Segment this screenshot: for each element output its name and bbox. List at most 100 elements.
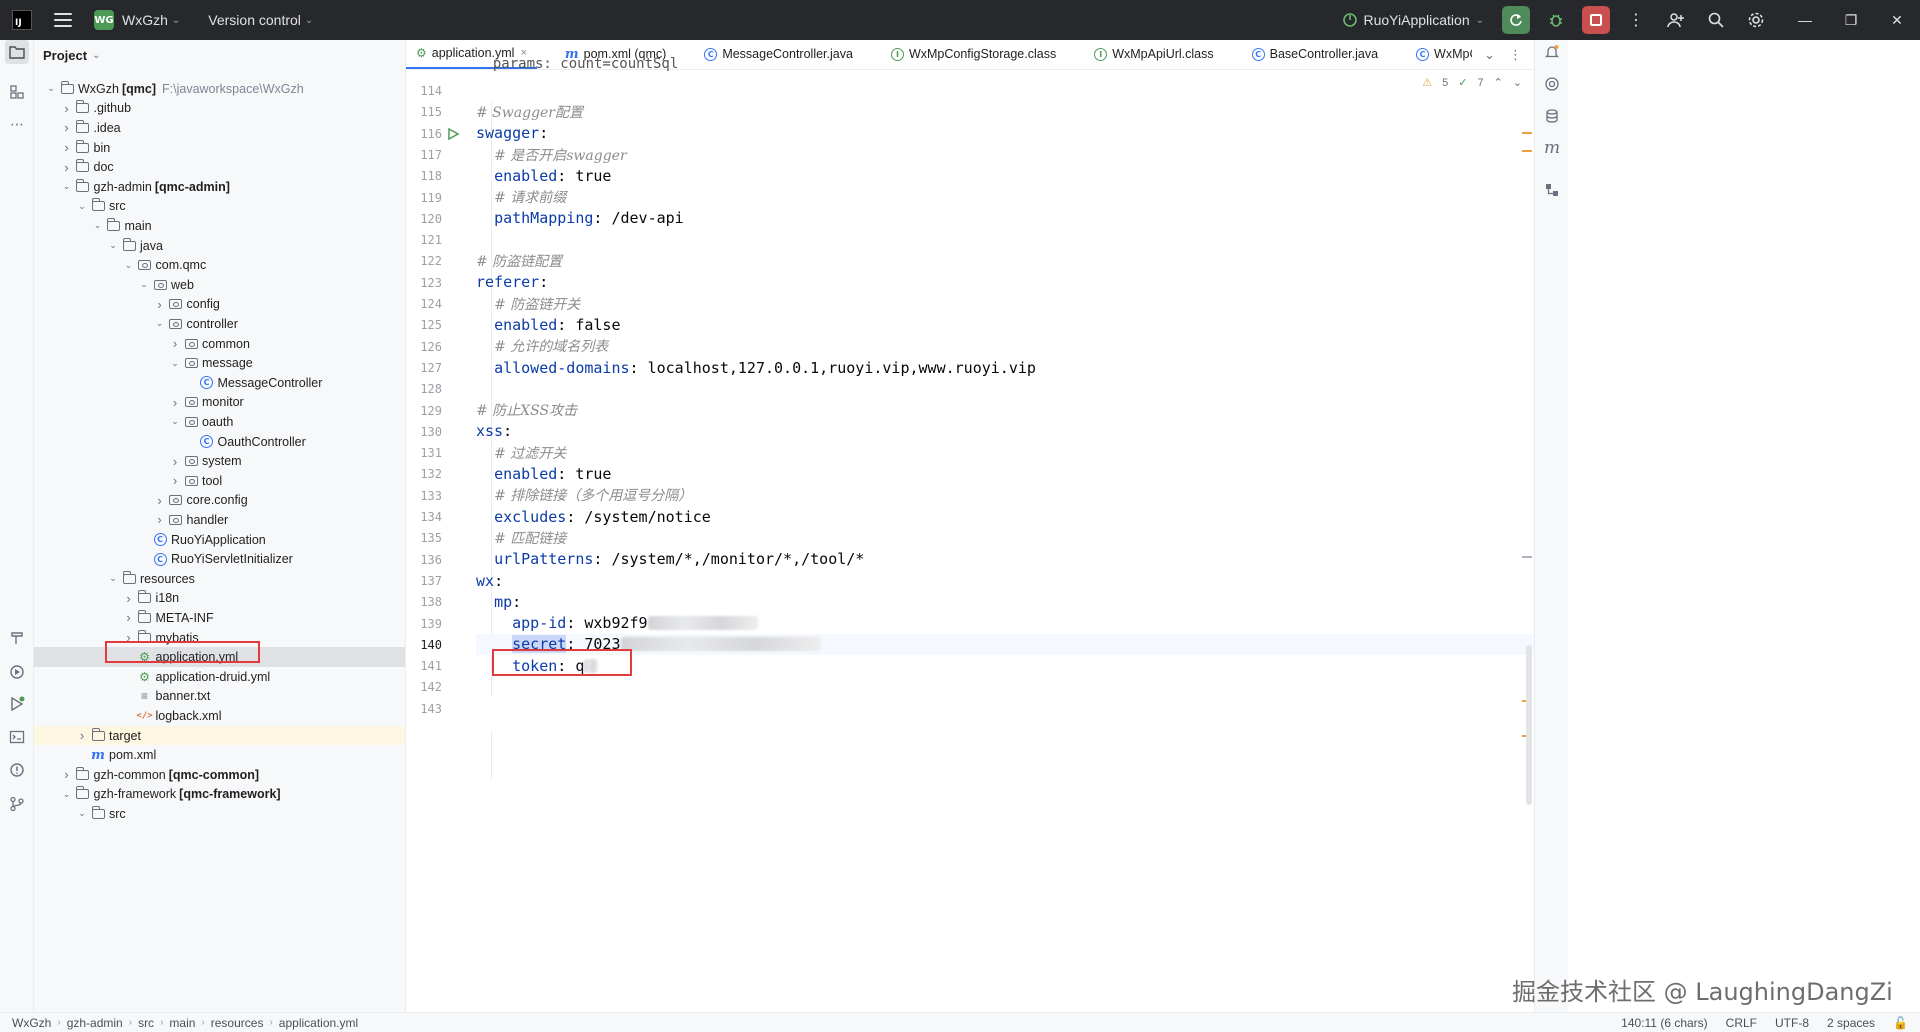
tree-node[interactable]: › config xyxy=(34,295,405,315)
tree-node[interactable]: › bin xyxy=(34,138,405,158)
debug-icon[interactable] xyxy=(1542,6,1570,34)
tree-node[interactable]: › system xyxy=(34,451,405,471)
chevron-down-icon[interactable]: ⌄ xyxy=(44,83,58,94)
tree-node[interactable]: ≡ banner.txt xyxy=(34,687,405,707)
chevron-down-icon[interactable]: ⌄ xyxy=(75,201,89,212)
project-badge-icon[interactable]: WG xyxy=(94,10,114,30)
tree-node[interactable]: ⌄ java xyxy=(34,236,405,256)
tree-node[interactable]: › i18n xyxy=(34,589,405,609)
tree-node[interactable]: › tool xyxy=(34,471,405,491)
tree-node[interactable]: › monitor xyxy=(34,393,405,413)
chevron-right-icon[interactable]: › xyxy=(60,767,74,782)
tree-node[interactable]: › gzh-common [qmc-common] xyxy=(34,765,405,785)
project-panel-header[interactable]: Project ⌄ xyxy=(34,40,405,70)
chevron-down-icon[interactable]: ⌄ xyxy=(60,181,74,192)
tree-node[interactable]: › .github xyxy=(34,99,405,119)
build-icon[interactable] xyxy=(5,626,29,650)
more-icon[interactable]: ⋮ xyxy=(1622,6,1650,34)
tree-node[interactable]: › target xyxy=(34,725,405,746)
minimize-icon[interactable]: — xyxy=(1782,0,1828,40)
tree-node[interactable]: ⌄ oauth xyxy=(34,412,405,432)
tree-node[interactable]: ⌄ message xyxy=(34,353,405,373)
intellij-logo-icon[interactable]: IJ xyxy=(12,10,32,30)
terminal-icon[interactable] xyxy=(5,725,29,749)
tree-node[interactable]: C MessageController xyxy=(34,373,405,393)
run-gutter-icon[interactable] xyxy=(446,127,460,141)
tree-node[interactable]: C RuoYiApplication xyxy=(34,530,405,550)
tree-node[interactable]: </> logback.xml xyxy=(34,706,405,726)
tree-node[interactable]: ⌄ com.qmc xyxy=(34,255,405,275)
chevron-right-icon[interactable]: › xyxy=(60,101,74,116)
chevron-right-icon[interactable]: › xyxy=(60,160,74,175)
chevron-right-icon[interactable]: › xyxy=(153,493,167,508)
tree-node[interactable]: m pom.xml xyxy=(34,745,405,765)
settings-icon[interactable] xyxy=(1742,6,1770,34)
main-menu-icon[interactable] xyxy=(54,13,72,27)
chevron-right-icon[interactable]: › xyxy=(60,140,74,155)
cursor-position[interactable]: 140:11 (6 chars) xyxy=(1621,1016,1708,1030)
stop-icon[interactable] xyxy=(1582,6,1610,34)
tree-node[interactable]: ⌄ controller xyxy=(34,314,405,334)
tree-node[interactable]: ⌄ gzh-framework [qmc-framework] xyxy=(34,785,405,805)
structure-tool-icon[interactable] xyxy=(1540,178,1564,202)
chevron-down-icon[interactable]: ⌄ xyxy=(75,808,89,819)
git-icon[interactable] xyxy=(5,792,29,816)
chevron-right-icon[interactable]: › xyxy=(60,120,74,135)
tree-node[interactable]: › .idea xyxy=(34,118,405,138)
file-encoding[interactable]: UTF-8 xyxy=(1775,1016,1809,1030)
tree-node[interactable]: › handler xyxy=(34,510,405,530)
chevron-down-icon[interactable]: ⌄ xyxy=(106,573,120,584)
chevron-right-icon[interactable]: › xyxy=(75,728,89,743)
code-editor[interactable]: params: count=countSql # Swagger配置 swagge… xyxy=(476,56,1534,1012)
chevron-right-icon[interactable]: › xyxy=(168,395,182,410)
add-user-icon[interactable] xyxy=(1662,6,1690,34)
breadcrumb-item[interactable]: main xyxy=(169,1016,195,1030)
close-icon[interactable]: ✕ xyxy=(1874,0,1920,40)
breadcrumb-item[interactable]: WxGzh xyxy=(12,1016,51,1030)
project-icon[interactable] xyxy=(5,40,29,64)
chevron-right-icon[interactable]: › xyxy=(168,336,182,351)
breadcrumb-item[interactable]: application.yml xyxy=(279,1016,358,1030)
breadcrumb-item[interactable]: gzh-admin xyxy=(67,1016,123,1030)
maven-icon[interactable]: m xyxy=(1540,136,1564,160)
chevron-down-icon[interactable]: ⌄ xyxy=(137,279,151,290)
chevron-right-icon[interactable]: › xyxy=(168,454,182,469)
tree-node[interactable]: › common xyxy=(34,334,405,354)
tree-node[interactable]: › doc xyxy=(34,157,405,177)
tree-node[interactable]: C RuoYiServletInitializer xyxy=(34,549,405,569)
editor-scrollbar[interactable] xyxy=(1522,70,1534,1012)
search-icon[interactable] xyxy=(1702,6,1730,34)
run-config-selector[interactable]: RuoYiApplication ⌄ xyxy=(1342,12,1484,28)
tree-node[interactable]: ⚙ application-druid.yml xyxy=(34,667,405,687)
tree-node[interactable]: ⌄ src xyxy=(34,804,405,824)
chevron-down-icon[interactable]: ⌄ xyxy=(106,240,120,251)
breadcrumb-item[interactable]: src xyxy=(138,1016,154,1030)
tree-node[interactable]: › core.config xyxy=(34,491,405,511)
database-icon[interactable] xyxy=(1540,104,1564,128)
scroll-thumb[interactable] xyxy=(1526,645,1532,805)
rerun-icon[interactable] xyxy=(1502,6,1530,34)
chevron-down-icon[interactable]: ⌄ xyxy=(153,318,167,329)
tree-node[interactable]: ⌄ src xyxy=(34,197,405,217)
chevron-down-icon[interactable]: ⌄ xyxy=(168,358,182,369)
tree-node[interactable]: C OauthController xyxy=(34,432,405,452)
lock-icon[interactable]: 🔓 xyxy=(1893,1016,1908,1030)
chevron-right-icon[interactable]: › xyxy=(168,473,182,488)
tree-node[interactable]: › META-INF xyxy=(34,608,405,628)
line-separator[interactable]: CRLF xyxy=(1726,1016,1757,1030)
restore-icon[interactable]: ❐ xyxy=(1828,0,1874,40)
problems-icon[interactable] xyxy=(5,758,29,782)
project-switcher[interactable]: WxGzh ⌄ xyxy=(122,12,180,28)
tree-node[interactable]: ⌄ gzh-admin [qmc-admin] xyxy=(34,177,405,197)
more-tools-icon[interactable]: ⋯ xyxy=(5,112,29,136)
chevron-right-icon[interactable]: › xyxy=(122,591,136,606)
services-icon[interactable] xyxy=(5,660,29,684)
chevron-down-icon[interactable]: ⌄ xyxy=(168,416,182,427)
tree-node[interactable]: ⌄ web xyxy=(34,275,405,295)
run-icon[interactable] xyxy=(5,692,29,716)
ai-assistant-icon[interactable] xyxy=(1540,72,1564,96)
notifications-icon[interactable] xyxy=(1540,40,1564,64)
tree-node[interactable]: ⌄ WxGzh [qmc] F:\javaworkspace\WxGzh xyxy=(34,79,405,99)
chevron-right-icon[interactable]: › xyxy=(153,297,167,312)
chevron-down-icon[interactable]: ⌄ xyxy=(91,220,105,231)
